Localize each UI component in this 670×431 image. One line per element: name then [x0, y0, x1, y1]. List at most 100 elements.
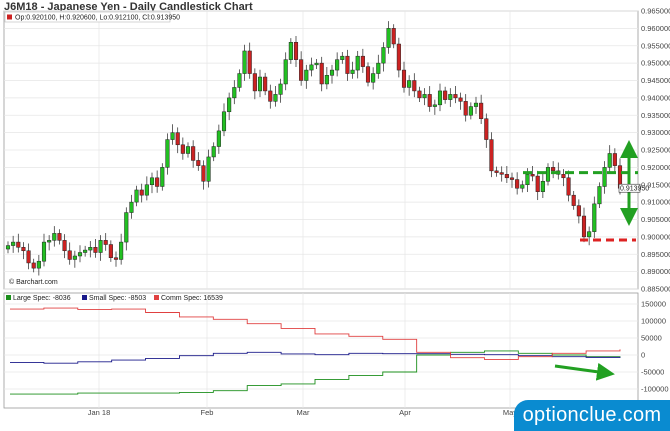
candle-body	[509, 177, 515, 180]
candle-body	[458, 97, 463, 102]
candle-body	[160, 167, 165, 187]
candle-body	[407, 80, 412, 88]
cot-tick-label: 50000	[641, 334, 662, 343]
candle-body	[36, 260, 41, 269]
candle-body	[515, 179, 520, 189]
candle-body	[293, 42, 299, 60]
price-tick-label: 0.900000	[641, 232, 670, 241]
candle-body	[540, 181, 545, 192]
candle-body	[175, 132, 180, 146]
candle-body	[525, 174, 530, 185]
candle-body	[612, 153, 617, 166]
candle-body	[77, 252, 83, 257]
legend-small-spec: Small Spec: -8503	[89, 295, 146, 302]
x-tick-label: Apr	[399, 408, 411, 417]
candle-body	[180, 144, 185, 154]
price-tick-label: 0.905000	[641, 215, 670, 224]
x-tick-label: Mar	[297, 408, 310, 417]
candle-body	[11, 241, 16, 246]
candle-body	[340, 55, 345, 60]
candle-body	[489, 139, 494, 172]
candle-body	[319, 62, 324, 85]
candle-body	[607, 153, 612, 168]
candle-body	[494, 170, 499, 173]
candle-body	[376, 62, 381, 74]
candle-body	[216, 130, 221, 147]
price-tick-label: 0.935000	[641, 111, 670, 120]
source-label: © Barchart.com	[9, 278, 58, 286]
candle-body	[263, 76, 268, 92]
price-tick-label: 0.920000	[641, 163, 670, 172]
ohlc-readout: Op:0.920100, H:0.920600, Lo:0.912100, Cl…	[15, 15, 180, 22]
candle-body	[335, 59, 340, 71]
x-tick-label: Feb	[201, 408, 214, 417]
candle-body	[72, 255, 77, 260]
candle-body	[108, 244, 113, 258]
candle-body	[227, 97, 232, 113]
candle-body	[47, 240, 52, 243]
candle-body	[463, 101, 468, 116]
price-tick-label: 0.960000	[641, 24, 670, 33]
candle-body	[551, 167, 556, 172]
candle-body	[391, 28, 396, 45]
candle-body	[412, 80, 417, 92]
candle-body	[31, 262, 36, 269]
candle-body	[432, 104, 437, 107]
chart-canvas: 0.965000 0.960000 0.955000 0.950000 0.945000…	[3, 7, 670, 417]
candle-body	[504, 174, 509, 179]
candle-body	[16, 241, 21, 248]
candle-body	[304, 69, 309, 81]
candle-body	[170, 132, 175, 140]
candle-body	[576, 205, 581, 217]
cot-legend: Large Spec: -8036 Small Spec: -8503 Comm…	[6, 295, 223, 302]
candle-body	[191, 146, 196, 161]
cot-axis-ticks: 150000 100000 50000 0 -50000 -100000	[641, 300, 669, 394]
candle-body	[468, 106, 473, 116]
candle-body	[484, 118, 489, 140]
price-tick-label: 0.885000	[641, 285, 670, 294]
candle-body	[401, 69, 407, 88]
candle-body	[453, 94, 458, 99]
candle-body	[252, 73, 257, 92]
watermark-logo: optionclue.com	[514, 400, 670, 431]
candle-body	[247, 50, 252, 74]
candle-body	[237, 73, 242, 88]
candle-body	[371, 73, 376, 83]
price-tick-label: 0.925000	[641, 146, 670, 155]
candle-body	[355, 55, 360, 71]
candle-body	[437, 90, 443, 106]
candle-body	[41, 241, 47, 262]
candle-body	[592, 203, 597, 232]
candle-body	[365, 66, 371, 83]
last-price-label: 0.913950	[620, 186, 649, 193]
legend-comm-spec: Comm Spec: 16539	[161, 295, 223, 302]
candle-body	[139, 189, 144, 196]
candle-body	[211, 146, 216, 158]
candle-body	[587, 231, 592, 238]
cot-tick-label: 150000	[641, 300, 666, 309]
candle-body	[530, 174, 535, 177]
candle-body	[21, 247, 26, 252]
candle-body	[350, 69, 355, 74]
candle-body	[381, 47, 386, 64]
candle-body	[345, 55, 350, 74]
candle-body	[288, 42, 293, 60]
candle-body	[62, 240, 67, 252]
candle-body	[422, 94, 427, 99]
candle-body	[443, 90, 448, 100]
candle-body	[299, 59, 304, 81]
candle-body	[124, 212, 129, 243]
candle-body	[499, 172, 504, 175]
candle-body	[479, 102, 484, 119]
price-tick-label: 0.965000	[641, 7, 670, 16]
candle-body	[561, 174, 566, 179]
candle-body	[88, 247, 93, 251]
candle-body	[119, 241, 124, 260]
price-tick-label: 0.930000	[641, 128, 670, 137]
candle-body	[26, 250, 31, 264]
candle-body	[129, 201, 134, 213]
legend-swatch-comm-spec	[154, 295, 159, 300]
candle-body	[602, 167, 607, 187]
price-tick-label: 0.910000	[641, 198, 670, 207]
cot-tick-label: -50000	[641, 368, 664, 377]
